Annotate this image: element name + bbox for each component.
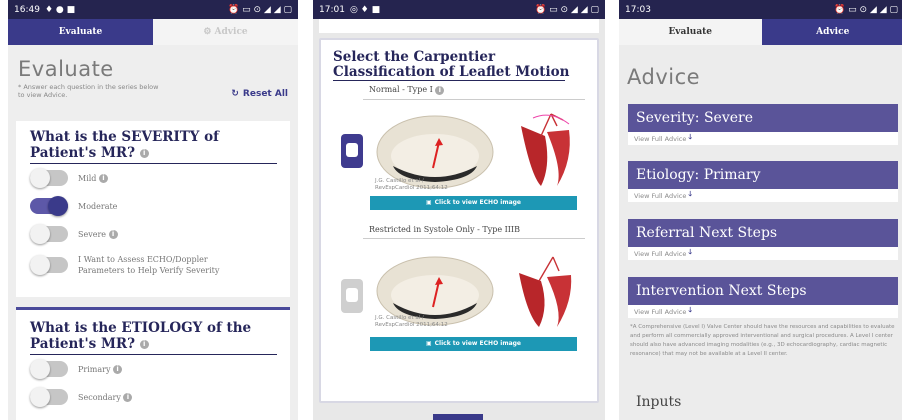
severity-question-card: What is the SEVERITY of Patient's MR? i … — [16, 121, 290, 297]
toggle-switch[interactable] — [30, 359, 68, 379]
info-icon[interactable]: i — [139, 149, 149, 158]
toggle-switch[interactable] — [30, 255, 68, 275]
view-echo-button[interactable]: ▣ Click to view ECHO image — [370, 336, 577, 351]
status-bar: 16:49 ♦ ● ■ ⏰ ▭ ⊙ ◢ ◢ ▢ — [8, 0, 298, 19]
tab-advice[interactable]: ⚙ Advice — [153, 19, 298, 45]
heart-section-illustration — [521, 112, 570, 186]
view-full-advice-link[interactable]: View Full Advice 🡓 — [628, 132, 898, 145]
option-secondary[interactable]: Secondary i — [30, 387, 276, 407]
reset-all-button[interactable]: ↻ Reset All — [231, 89, 288, 99]
type-label: Normal - Type I i — [369, 85, 585, 95]
arrow-down-icon: 🡓 — [688, 306, 692, 314]
advice-etiology: Etiology: Primary View Full Advice 🡓 — [628, 161, 898, 202]
status-time: 16:49 — [14, 4, 40, 15]
reset-all-label: Reset All — [242, 89, 288, 99]
option-label: I Want to Assess ECHO/Doppler Parameters… — [78, 255, 220, 275]
page-title: Advice — [627, 65, 701, 89]
question-title: What is the SEVERITY of Patient's MR? i — [30, 129, 219, 161]
info-icon[interactable]: i — [139, 340, 149, 349]
info-icon[interactable]: i — [98, 174, 108, 183]
carpentier-card: Select the Carpentier Classification of … — [319, 38, 599, 403]
option-assess-echo[interactable]: I Want to Assess ECHO/Doppler Parameters… — [30, 254, 276, 276]
arrow-down-icon: 🡓 — [688, 248, 692, 256]
option-label: Moderate — [78, 201, 118, 211]
question-title: What is the ETIOLOGY of the Patient's MR… — [30, 320, 252, 352]
heart-section-illustration — [519, 256, 572, 327]
status-bar: 17:01 ◎ ♦ ■ ⏰ ▭ ⊙ ◢ ◢ ▢ — [313, 0, 605, 19]
toggle-switch[interactable] — [30, 168, 68, 188]
status-icons: ⏰ ▭ ⊙ ◢ ◢ ▢ — [228, 4, 292, 15]
info-icon[interactable]: i — [435, 85, 445, 95]
status-icons: ⏰ ▭ ⊙ ◢ ◢ ▢ — [535, 4, 599, 15]
advice-severity: Severity: Severe View Full Advice 🡓 — [628, 104, 898, 145]
advice-heading: Severity: Severe — [628, 104, 898, 132]
select-checkbox[interactable] — [341, 133, 363, 168]
view-full-advice-link[interactable]: View Full Advice 🡓 — [628, 189, 898, 202]
arrow-down-icon: 🡓 — [688, 190, 692, 198]
option-primary[interactable]: Primary i — [30, 359, 276, 379]
advice-intervention: Intervention Next Steps View Full Advice… — [628, 277, 898, 318]
option-label: Primary — [78, 364, 111, 374]
notification-icon: ◎ ♦ ■ — [349, 4, 381, 15]
tab-bar: Evaluate Advice — [619, 19, 902, 45]
status-icons: ⏰ ▭ ⊙ ◢ ◢ ▢ — [834, 4, 898, 15]
option-label: Mild — [78, 173, 97, 183]
advice-heading: Intervention Next Steps — [628, 277, 898, 305]
image-icon: ▣ — [425, 199, 432, 206]
advice-heading: Referral Next Steps — [628, 219, 898, 247]
option-label: Secondary — [78, 392, 121, 402]
option-severe[interactable]: Severe i — [30, 224, 276, 244]
etiology-question-card: What is the ETIOLOGY of the Patient's MR… — [16, 307, 290, 420]
option-label: Severe — [78, 229, 107, 239]
tab-evaluate[interactable]: Evaluate — [619, 19, 762, 45]
card-title: Select the Carpentier Classification of … — [333, 49, 570, 80]
next-button-edge[interactable] — [433, 414, 483, 420]
refresh-icon: ↻ — [231, 89, 239, 99]
view-echo-button[interactable]: ▣ Click to view ECHO image — [370, 195, 577, 210]
image-credit: J.G. Castillo et al / RevEspCardiol 2011… — [375, 314, 448, 328]
arrow-down-icon: 🡓 — [688, 133, 692, 141]
tab-advice[interactable]: Advice — [761, 19, 902, 45]
info-icon[interactable]: i — [108, 230, 118, 239]
toggle-switch[interactable] — [30, 224, 68, 244]
type-option-restricted[interactable]: J.G. Castillo et al / RevEspCardiol 2011… — [333, 243, 585, 358]
status-time: 17:01 — [319, 4, 345, 15]
image-credit: J.G. Castillo et al / RevEspCardiol 2011… — [375, 177, 448, 191]
toggle-switch[interactable] — [30, 196, 68, 216]
advice-referral: Referral Next Steps View Full Advice 🡓 — [628, 219, 898, 260]
instructions-text: * Answer each question in the series bel… — [18, 83, 159, 99]
status-bar: 17:03 ⏰ ▭ ⊙ ◢ ◢ ▢ — [619, 0, 902, 19]
advice-heading: Etiology: Primary — [628, 161, 898, 189]
select-checkbox[interactable] — [341, 278, 363, 313]
view-full-advice-link[interactable]: View Full Advice 🡓 — [628, 305, 898, 318]
toggle-switch[interactable] — [30, 387, 68, 407]
classification-screen: 17:01 ◎ ♦ ■ ⏰ ▭ ⊙ ◢ ◢ ▢ Select the Carpe… — [313, 0, 605, 420]
type-label: Restricted in Systole Only - Type IIIB — [369, 224, 520, 234]
notification-icon: ♦ ● ■ — [44, 4, 76, 15]
info-icon[interactable]: i — [123, 393, 133, 402]
tab-bar: Evaluate ⚙ Advice — [8, 19, 298, 45]
page-title: Evaluate — [18, 57, 114, 81]
option-mild[interactable]: Mild i — [30, 168, 276, 188]
info-icon[interactable]: i — [113, 365, 123, 374]
tab-evaluate[interactable]: Evaluate — [8, 19, 153, 45]
advice-screen: 17:03 ⏰ ▭ ⊙ ◢ ◢ ▢ Evaluate Advice Advice… — [619, 0, 902, 420]
inputs-heading: Inputs — [636, 394, 682, 410]
view-full-advice-link[interactable]: View Full Advice 🡓 — [628, 247, 898, 260]
previous-card-edge — [319, 19, 599, 33]
type-option-normal[interactable]: J.G. Castillo et al / RevEspCardiol 2011… — [333, 104, 585, 219]
status-time: 17:03 — [625, 4, 651, 15]
image-icon: ▣ — [425, 340, 432, 347]
footnote-text: *A Comprehensive (Level I) Valve Center … — [630, 324, 895, 357]
option-moderate[interactable]: Moderate — [30, 196, 276, 216]
evaluate-screen: 16:49 ♦ ● ■ ⏰ ▭ ⊙ ◢ ◢ ▢ Evaluate ⚙ Advic… — [8, 0, 298, 420]
